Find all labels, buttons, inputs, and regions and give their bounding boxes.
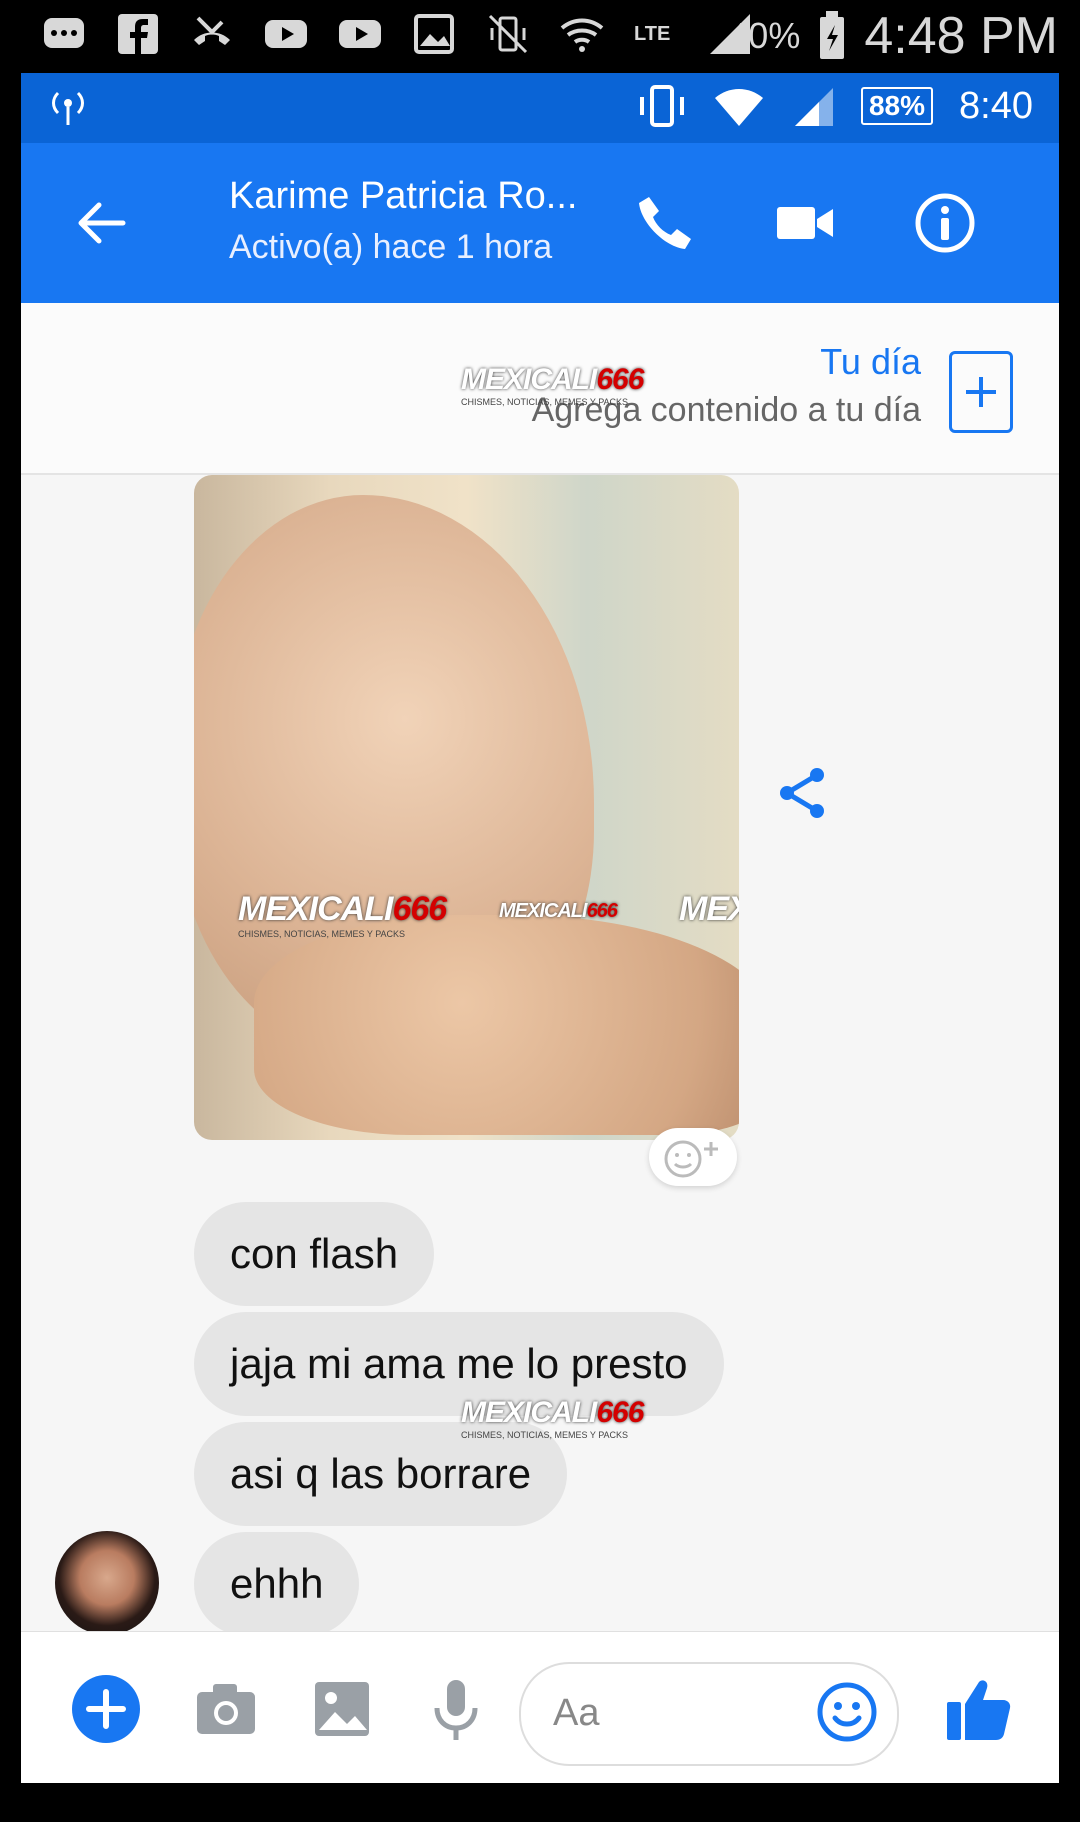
facebook-icon <box>118 14 158 54</box>
image-icon <box>414 14 454 54</box>
image-icon[interactable] <box>307 1674 377 1744</box>
wifi-icon <box>560 18 604 52</box>
thumbs-up-icon[interactable] <box>941 1670 1017 1746</box>
vibrate-icon <box>639 85 684 127</box>
share-icon[interactable] <box>773 763 833 823</box>
vibrate-off-icon <box>488 14 528 54</box>
phone-icon[interactable] <box>627 185 703 261</box>
microphone-icon[interactable] <box>421 1674 491 1744</box>
smiley-plus-icon <box>664 1140 718 1178</box>
your-day-banner[interactable]: Tu día Agrega contenido a tu día MEXICAL… <box>21 303 1059 475</box>
watermark-logo: MEXICALI666 CHISMES, NOTICIAS, MEMES Y PA… <box>461 1396 644 1440</box>
shared-photo[interactable]: MEXICALI666 CHISMES, NOTICIAS, MEMES Y PA… <box>194 475 739 1140</box>
youtube-icon <box>265 20 307 48</box>
video-camera-icon[interactable] <box>767 185 843 261</box>
your-day-title: Tu día <box>820 341 921 382</box>
add-to-day-icon[interactable] <box>949 351 1013 433</box>
add-reaction-button[interactable] <box>649 1128 737 1186</box>
watermark-logo: MEXICALI666 CHISMES, NOTICIAS, MEMES Y PA… <box>461 363 644 407</box>
chat-bubble-icon <box>44 18 84 48</box>
signal-icon <box>794 88 833 126</box>
outer-battery-percent: 40% <box>728 15 801 56</box>
message-bubble[interactable]: jaja mi ama me lo presto <box>194 1312 724 1416</box>
outer-status-bar: LTE 40% 4:48 PM <box>0 0 1080 75</box>
battery-icon <box>820 11 845 59</box>
emoji-icon[interactable] <box>815 1680 879 1744</box>
youtube-icon <box>339 20 381 48</box>
message-bubble[interactable]: con flash <box>194 1202 435 1306</box>
inner-status-bar: 88% 8:40 <box>21 73 1059 143</box>
hotspot-icon <box>52 91 84 125</box>
inner-clock: 8:40 <box>959 84 1033 127</box>
inner-battery-percent: 88% <box>860 87 934 125</box>
message-bubble[interactable]: ehhh <box>194 1532 360 1636</box>
message-input-placeholder: Aa <box>553 1692 600 1734</box>
back-arrow-icon[interactable] <box>71 193 131 253</box>
outer-clock: 4:48 PM <box>864 7 1058 65</box>
camera-icon[interactable] <box>191 1674 261 1744</box>
watermark-logo: MEXICALI666 <box>499 900 618 922</box>
wifi-icon <box>714 89 763 126</box>
contact-avatar[interactable] <box>55 1531 159 1635</box>
lte-icon: LTE <box>634 23 670 45</box>
watermark-logo: MEXICALI666 <box>679 890 739 928</box>
contact-name[interactable]: Karime Patricia Ro... <box>229 175 577 218</box>
info-icon[interactable] <box>907 185 983 261</box>
conversation-header: Karime Patricia Ro... Activo(a) hace 1 h… <box>21 143 1059 303</box>
watermark-logo: MEXICALI666 CHISMES, NOTICIAS, MEMES Y PA… <box>238 890 447 939</box>
svg-text:LTE: LTE <box>634 23 670 45</box>
contact-status: Activo(a) hace 1 hora <box>229 228 553 266</box>
message-composer: Aa <box>21 1631 1059 1783</box>
message-input[interactable]: Aa <box>519 1662 899 1766</box>
plus-icon[interactable] <box>71 1674 141 1744</box>
messenger-screen: 88% 8:40 Karime Patricia Ro... Activo(a)… <box>21 73 1059 1783</box>
missed-call-icon <box>194 16 230 45</box>
